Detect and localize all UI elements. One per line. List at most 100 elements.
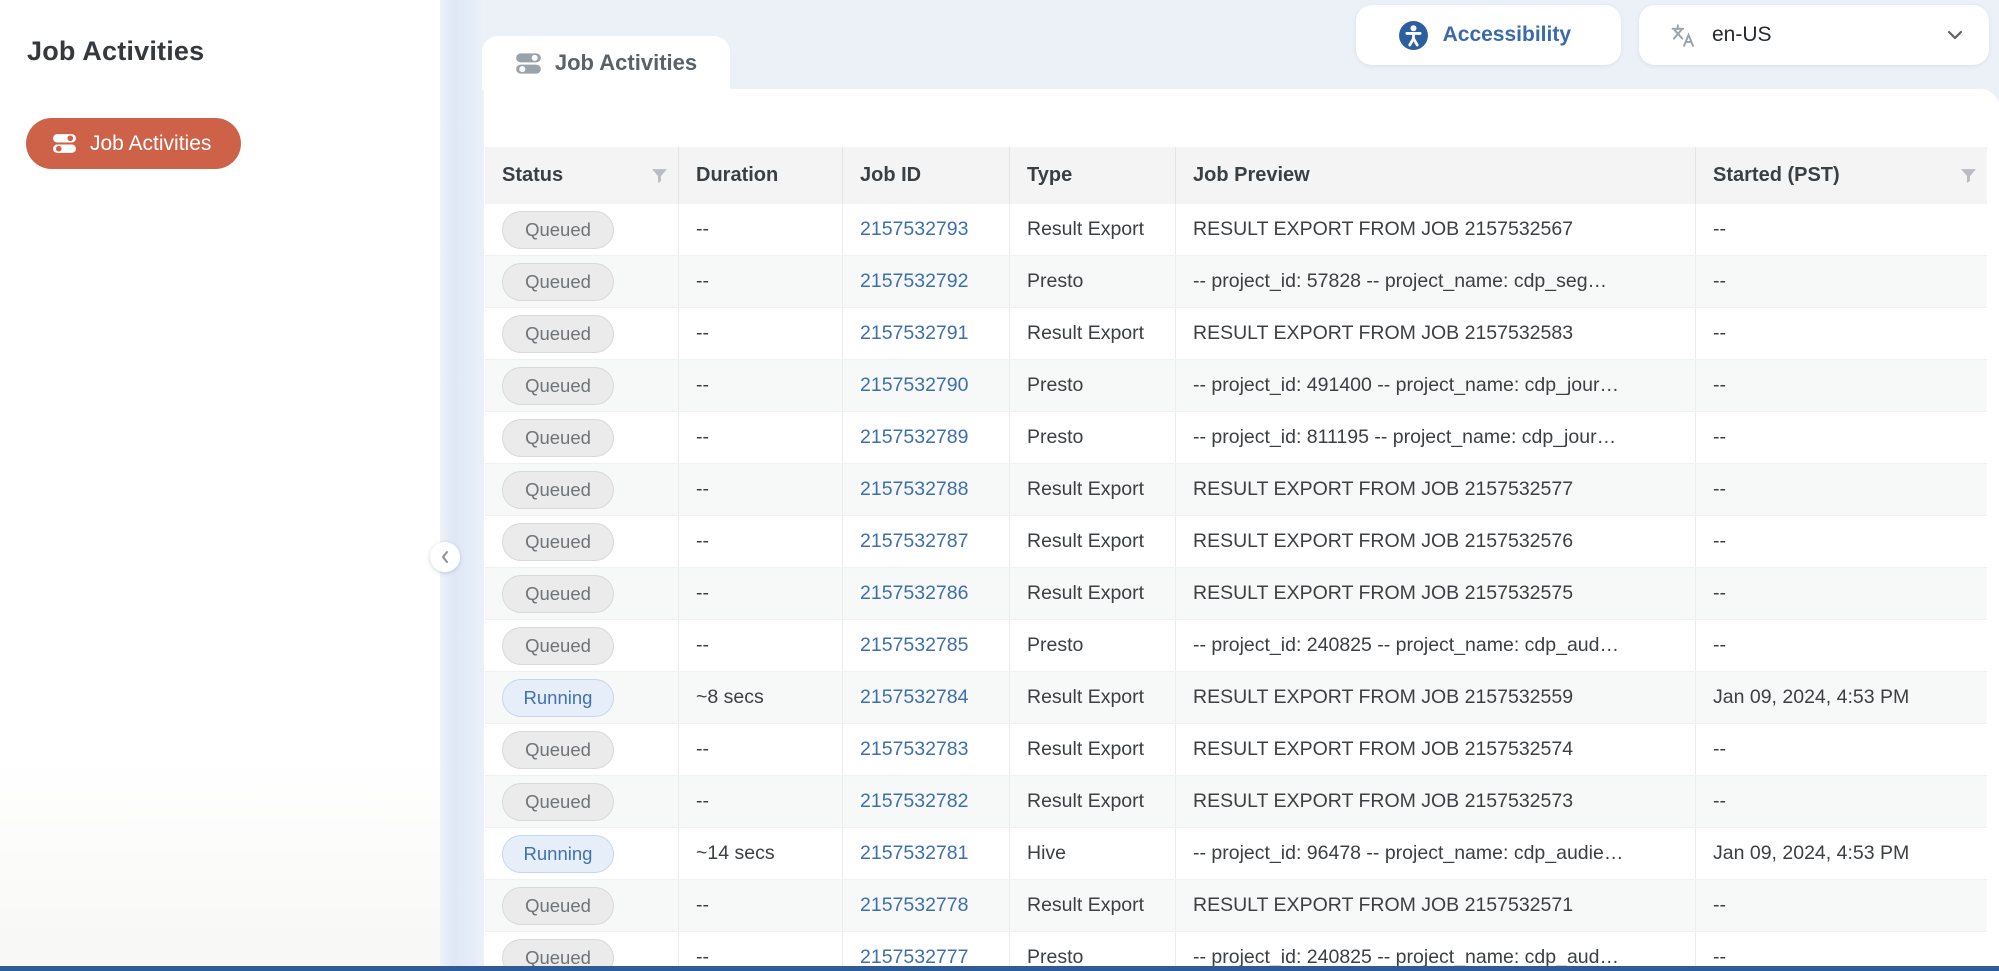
job-activities-panel: Status Duration Job ID Type Job Preview …: [482, 89, 1999, 971]
jobid-cell: 2157532781: [843, 828, 1010, 879]
jobid-cell: 2157532793: [843, 204, 1010, 255]
status-badge: Running: [502, 679, 614, 717]
status-badge: Queued: [502, 315, 614, 353]
preview-cell: RESULT EXPORT FROM JOB 2157532567: [1176, 204, 1696, 255]
type-cell: Presto: [1010, 360, 1176, 411]
status-cell: Queued: [485, 516, 679, 567]
job-id-link[interactable]: 2157532783: [860, 738, 968, 761]
filter-icon[interactable]: [651, 168, 668, 184]
column-header-started[interactable]: Started (PST): [1696, 147, 1987, 204]
job-id-link[interactable]: 2157532793: [860, 218, 968, 241]
jobs-table: Status Duration Job ID Type Job Preview …: [485, 147, 1987, 971]
column-header-duration[interactable]: Duration: [679, 147, 843, 204]
preview-cell: RESULT EXPORT FROM JOB 2157532574: [1176, 724, 1696, 775]
table-row: Queued -- 2157532783 Result Export RESUL…: [485, 724, 1987, 776]
table-row: Queued -- 2157532787 Result Export RESUL…: [485, 516, 1987, 568]
status-badge: Running: [502, 835, 614, 873]
preview-cell: RESULT EXPORT FROM JOB 2157532576: [1176, 516, 1696, 567]
chevron-down-icon: [1947, 30, 1963, 40]
status-badge: Queued: [502, 627, 614, 665]
status-badge: Queued: [502, 523, 614, 561]
started-cell: --: [1696, 880, 1987, 931]
table-row: Queued -- 2157532791 Result Export RESUL…: [485, 308, 1987, 360]
job-id-link[interactable]: 2157532784: [860, 686, 968, 709]
status-badge: Queued: [502, 887, 614, 925]
status-cell: Queued: [485, 256, 679, 307]
sidebar-item-job-activities[interactable]: Job Activities: [26, 118, 241, 169]
jobid-cell: 2157532786: [843, 568, 1010, 619]
started-cell: Jan 09, 2024, 4:53 PM: [1696, 828, 1987, 879]
type-cell: Result Export: [1010, 308, 1176, 359]
started-cell: --: [1696, 516, 1987, 567]
status-badge: Queued: [502, 731, 614, 769]
bottom-accent-bar: [0, 966, 1999, 971]
job-activities-tab-icon: [515, 50, 542, 77]
tab-job-activities[interactable]: Job Activities: [482, 36, 730, 90]
accessibility-button[interactable]: Accessibility: [1356, 5, 1621, 65]
started-cell: --: [1696, 620, 1987, 671]
duration-cell: --: [679, 256, 843, 307]
status-cell: Queued: [485, 412, 679, 463]
started-cell: Jan 09, 2024, 4:53 PM: [1696, 672, 1987, 723]
column-header-jobid[interactable]: Job ID: [843, 147, 1010, 204]
sidebar: Job Activities Job Activities: [0, 0, 440, 971]
preview-cell: -- project_id: 491400 -- project_name: c…: [1176, 360, 1696, 411]
job-id-link[interactable]: 2157532782: [860, 790, 968, 813]
column-header-status[interactable]: Status: [485, 147, 679, 204]
sidebar-divider: [440, 0, 484, 971]
type-cell: Result Export: [1010, 568, 1176, 619]
job-id-link[interactable]: 2157532787: [860, 530, 968, 553]
job-id-link[interactable]: 2157532778: [860, 894, 968, 917]
job-id-link[interactable]: 2157532786: [860, 582, 968, 605]
status-cell: Queued: [485, 360, 679, 411]
jobid-cell: 2157532790: [843, 360, 1010, 411]
jobid-cell: 2157532784: [843, 672, 1010, 723]
job-id-link[interactable]: 2157532791: [860, 322, 968, 345]
status-badge: Queued: [502, 211, 614, 249]
job-id-link[interactable]: 2157532781: [860, 842, 968, 865]
duration-cell: --: [679, 724, 843, 775]
filter-icon[interactable]: [1960, 168, 1977, 184]
duration-cell: --: [679, 308, 843, 359]
status-badge: Queued: [502, 783, 614, 821]
column-header-type[interactable]: Type: [1010, 147, 1176, 204]
duration-cell: ~8 secs: [679, 672, 843, 723]
type-cell: Result Export: [1010, 464, 1176, 515]
tab-label: Job Activities: [555, 50, 697, 76]
job-id-link[interactable]: 2157532789: [860, 426, 968, 449]
type-cell: Result Export: [1010, 776, 1176, 827]
job-id-link[interactable]: 2157532788: [860, 478, 968, 501]
status-cell: Queued: [485, 464, 679, 515]
page-title: Job Activities: [27, 36, 204, 67]
job-id-link[interactable]: 2157532790: [860, 374, 968, 397]
started-cell: --: [1696, 204, 1987, 255]
started-cell: --: [1696, 568, 1987, 619]
preview-cell: RESULT EXPORT FROM JOB 2157532559: [1176, 672, 1696, 723]
duration-cell: --: [679, 412, 843, 463]
status-cell: Queued: [485, 568, 679, 619]
type-cell: Presto: [1010, 256, 1176, 307]
job-id-link[interactable]: 2157532785: [860, 634, 968, 657]
job-id-link[interactable]: 2157532792: [860, 270, 968, 293]
duration-cell: --: [679, 360, 843, 411]
duration-cell: ~14 secs: [679, 828, 843, 879]
status-cell: Queued: [485, 776, 679, 827]
jobid-cell: 2157532787: [843, 516, 1010, 567]
preview-cell: RESULT EXPORT FROM JOB 2157532573: [1176, 776, 1696, 827]
status-cell: Queued: [485, 620, 679, 671]
sidebar-collapse-button[interactable]: [430, 542, 460, 572]
duration-cell: --: [679, 880, 843, 931]
status-badge: Queued: [502, 419, 614, 457]
type-cell: Result Export: [1010, 204, 1176, 255]
type-cell: Result Export: [1010, 516, 1176, 567]
table-row: Queued -- 2157532782 Result Export RESUL…: [485, 776, 1987, 828]
started-cell: --: [1696, 464, 1987, 515]
duration-cell: --: [679, 204, 843, 255]
started-cell: --: [1696, 776, 1987, 827]
column-header-preview[interactable]: Job Preview: [1176, 147, 1696, 204]
type-cell: Result Export: [1010, 724, 1176, 775]
duration-cell: --: [679, 620, 843, 671]
language-select[interactable]: en-US: [1639, 5, 1989, 65]
preview-cell: RESULT EXPORT FROM JOB 2157532583: [1176, 308, 1696, 359]
table-row: Queued -- 2157532778 Result Export RESUL…: [485, 880, 1987, 932]
